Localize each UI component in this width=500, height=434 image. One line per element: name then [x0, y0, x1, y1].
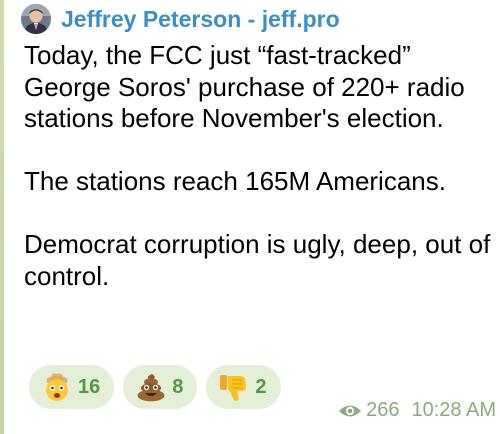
avatar-photo-icon — [21, 4, 51, 34]
pile-of-poo-icon — [137, 374, 165, 402]
eye-icon — [339, 405, 362, 416]
exploding-head-icon — [46, 373, 68, 401]
message-paragraph: Today, the FCC just “fast-tracked” Georg… — [24, 40, 465, 133]
view-count: 266 — [366, 399, 400, 421]
message-paragraph: Democrat corruption is ugly, deep, out o… — [24, 229, 491, 291]
reaction-thumbs-down[interactable]: 2 — [206, 365, 281, 409]
message-meta: 266 10:28 AM — [338, 399, 496, 422]
reactions-bar: 16 8 2 — [29, 365, 281, 409]
avatar[interactable] — [21, 4, 51, 34]
thumbs-down-icon — [220, 375, 247, 401]
reaction-pile-of-poo[interactable]: 8 — [123, 365, 198, 409]
message-header: Jeffrey Peterson - jeff.pro — [21, 3, 340, 35]
message-bubble: Jeffrey Peterson - jeff.pro Today, the F… — [6, 0, 500, 434]
chat-background-strip — [0, 0, 4, 434]
reaction-exploding-head[interactable]: 16 — [29, 365, 115, 409]
sender-name[interactable]: Jeffrey Peterson - jeff.pro — [61, 6, 340, 33]
reaction-count: 8 — [172, 375, 184, 398]
message-view: Jeffrey Peterson - jeff.pro Today, the F… — [0, 0, 500, 434]
message-paragraph: The stations reach 165M Americans. — [24, 166, 446, 196]
message-timestamp: 10:28 AM — [411, 399, 496, 421]
reaction-count: 2 — [255, 375, 267, 398]
reaction-count: 16 — [78, 375, 101, 398]
message-text: Today, the FCC just “fast-tracked” Georg… — [24, 40, 500, 292]
